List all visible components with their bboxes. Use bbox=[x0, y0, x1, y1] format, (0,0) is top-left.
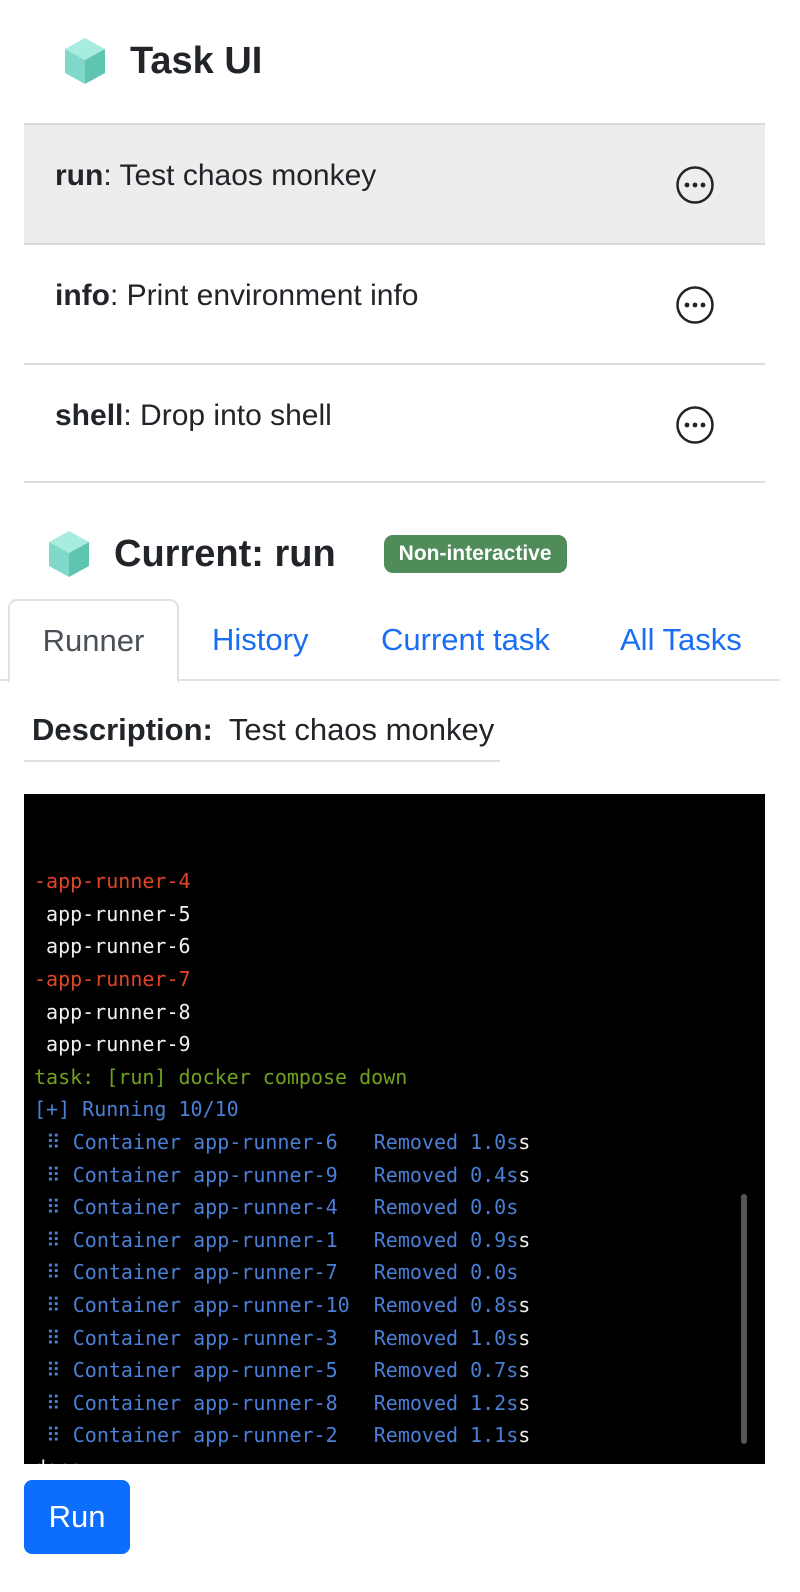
terminal-line-text: ⠿ Container app-runner-2 Removed 1.1s bbox=[34, 1423, 519, 1448]
terminal-line-text: ⠿ Container app-runner-3 Removed 1.0s bbox=[34, 1325, 519, 1350]
terminal-line-suffix: s bbox=[518, 1325, 531, 1350]
task-description: Print environment info bbox=[126, 279, 419, 312]
terminal-line-suffix: s bbox=[518, 1423, 531, 1448]
terminal-line-suffix: s bbox=[518, 1358, 531, 1383]
terminal-line-text: ⠿ Container app-runner-9 Removed 0.4s bbox=[34, 1162, 519, 1187]
terminal-output[interactable]: -app-runner-4 app-runner-5 app-runner-6 -… bbox=[24, 794, 765, 1464]
task-list: run: Test chaos monkey info: Print envir… bbox=[24, 123, 765, 483]
tab-history[interactable]: History bbox=[212, 599, 308, 681]
task-label-shell: shell: Drop into shell bbox=[55, 399, 332, 432]
task-description: Drop into shell bbox=[140, 399, 332, 432]
terminal-line-text: ⠿ Container app-runner-6 Removed 1.0s bbox=[34, 1129, 519, 1154]
terminal-line-text: ⠿ Container app-runner-10 Removed 0.8s bbox=[34, 1292, 519, 1317]
terminal-line-text: ⠿ Container app-runner-5 Removed 0.7s bbox=[34, 1358, 519, 1383]
task-description: Test chaos monkey bbox=[119, 159, 377, 192]
terminal-line-text: app-runner-5 bbox=[34, 901, 191, 926]
terminal-line: ⠿ Container app-runner-7 Removed 0.0s bbox=[34, 1256, 755, 1289]
status-badge: Non-interactive bbox=[383, 535, 567, 573]
terminal-line: ⠿ Container app-runner-10 Removed 0.8ss bbox=[34, 1289, 755, 1322]
terminal-line-suffix: s bbox=[518, 1227, 531, 1252]
terminal-line-text: -app-runner-4 bbox=[34, 869, 191, 894]
task-name: info bbox=[55, 279, 110, 312]
cube-logo-icon bbox=[65, 38, 105, 84]
terminal-line: -app-runner-7 bbox=[34, 963, 755, 996]
terminal-line: ⠿ Container app-runner-6 Removed 1.0ss bbox=[34, 1126, 755, 1159]
more-options-icon[interactable] bbox=[675, 285, 715, 325]
task-name: shell bbox=[55, 399, 124, 432]
app-header: Task UI bbox=[64, 36, 262, 86]
terminal-line: ⠿ Container app-runner-9 Removed 0.4ss bbox=[34, 1159, 755, 1192]
terminal-line: -app-runner-4 bbox=[34, 865, 755, 898]
terminal-line: [+] Running 10/10 bbox=[34, 1093, 755, 1126]
current-task-header: Current: run Non-interactive bbox=[48, 528, 567, 580]
terminal-line: ⠿ Container app-runner-8 Removed 1.2ss bbox=[34, 1387, 755, 1420]
task-label-info: info: Print environment info bbox=[55, 279, 419, 312]
more-options-icon[interactable] bbox=[675, 165, 715, 205]
app-title: Task UI bbox=[130, 39, 263, 82]
terminal-line-text: app-runner-8 bbox=[34, 999, 191, 1024]
tab-bar: Runner History Current task All Tasks bbox=[0, 599, 780, 683]
terminal-line-suffix: s bbox=[518, 1390, 531, 1415]
terminal-line-text: app-runner-6 bbox=[34, 934, 191, 959]
terminal-line: ⠿ Container app-runner-3 Removed 1.0ss bbox=[34, 1322, 755, 1355]
terminal-line-suffix: s bbox=[518, 1162, 531, 1187]
more-options-icon[interactable] bbox=[675, 405, 715, 445]
terminal-line: app-runner-6 bbox=[34, 930, 755, 963]
terminal-line-text: task: [run] docker compose down bbox=[34, 1064, 408, 1089]
terminal-scrollbar[interactable] bbox=[741, 1194, 747, 1444]
terminal-line-text: ⠿ Container app-runner-1 Removed 0.9s bbox=[34, 1227, 519, 1252]
terminal-line: task: [run] docker compose down bbox=[34, 1061, 755, 1094]
terminal-line-suffix: s bbox=[518, 1292, 531, 1317]
terminal-line: ⠿ Container app-runner-2 Removed 1.1ss bbox=[34, 1419, 755, 1452]
description-label: Description: bbox=[32, 712, 213, 747]
run-button[interactable]: Run bbox=[24, 1480, 130, 1554]
description-value: Test chaos monkey bbox=[228, 712, 495, 747]
task-row-shell[interactable]: shell: Drop into shell bbox=[24, 363, 765, 483]
terminal-line: app-runner-8 bbox=[34, 996, 755, 1029]
description-row: Description: Test chaos monkey bbox=[24, 700, 500, 762]
terminal-line-text: ⠿ Container app-runner-8 Removed 1.2s bbox=[34, 1390, 519, 1415]
terminal-line: done. bbox=[34, 1452, 755, 1464]
cube-logo-icon bbox=[49, 531, 89, 577]
task-row-run[interactable]: run: Test chaos monkey bbox=[24, 123, 765, 243]
terminal-line-text: ⠿ Container app-runner-4 Removed 0.0s bbox=[34, 1195, 519, 1220]
terminal-line-suffix: s bbox=[518, 1129, 531, 1154]
terminal-line: ⠿ Container app-runner-4 Removed 0.0s bbox=[34, 1191, 755, 1224]
tab-current-task[interactable]: Current task bbox=[381, 599, 550, 681]
terminal-line-text: -app-runner-7 bbox=[34, 966, 191, 991]
current-task-title: Current: run bbox=[114, 532, 336, 575]
terminal-line-text: app-runner-9 bbox=[34, 1032, 191, 1057]
tab-all-tasks[interactable]: All Tasks bbox=[620, 599, 742, 681]
task-row-info[interactable]: info: Print environment info bbox=[24, 243, 765, 363]
terminal-line-text: [+] Running 10/10 bbox=[34, 1097, 239, 1122]
terminal-line: ⠿ Container app-runner-1 Removed 0.9ss bbox=[34, 1224, 755, 1257]
terminal-line-text: done. bbox=[34, 1456, 94, 1464]
tab-runner[interactable]: Runner bbox=[8, 599, 179, 683]
terminal-line: app-runner-9 bbox=[34, 1028, 755, 1061]
terminal-line: ⠿ Container app-runner-5 Removed 0.7ss bbox=[34, 1354, 755, 1387]
terminal-line-text: ⠿ Container app-runner-7 Removed 0.0s bbox=[34, 1260, 519, 1285]
task-name: run bbox=[55, 159, 104, 192]
task-label-run: run: Test chaos monkey bbox=[55, 159, 377, 192]
terminal-line: app-runner-5 bbox=[34, 898, 755, 931]
